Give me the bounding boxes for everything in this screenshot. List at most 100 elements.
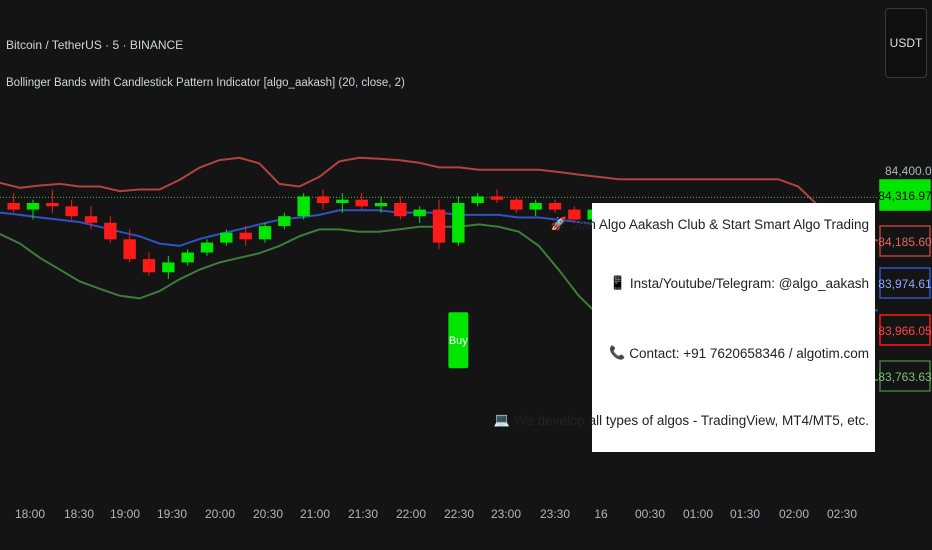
candle-body (297, 196, 310, 217)
time-tick: 19:30 (157, 507, 187, 521)
candle-body (394, 202, 407, 217)
candle[interactable] (452, 196, 465, 246)
candle[interactable] (162, 255, 175, 279)
time-axis: 18:00 18:30 19:00 19:30 20:00 20:30 21:00 21:30… (15, 507, 857, 521)
candle-body (7, 202, 20, 210)
time-tick: 02:30 (827, 507, 857, 521)
candle-body (452, 202, 465, 243)
promo-info-box: 🚀 Join Algo Aakash Club & Start Smart Al… (494, 203, 875, 452)
time-tick: 02:00 (779, 507, 809, 521)
candle-body (46, 202, 59, 207)
candle[interactable] (394, 196, 407, 220)
time-tick: 00:30 (635, 507, 665, 521)
buy-signal-label: Buy (449, 335, 468, 347)
time-tick: 21:00 (300, 507, 330, 521)
candle[interactable] (432, 199, 446, 250)
candle[interactable] (46, 189, 59, 213)
candle[interactable] (529, 199, 542, 217)
candle[interactable] (471, 193, 484, 207)
candle-body (258, 226, 272, 240)
price-label-text: 84,316.97 (878, 189, 932, 203)
candle-body (355, 199, 368, 207)
time-tick: 22:00 (396, 507, 426, 521)
candle-body (162, 262, 175, 273)
candle-body (471, 196, 484, 203)
candle-body (65, 206, 78, 217)
info-line-3: 📞 Contact: +91 7620658346 / algotim.com (609, 345, 869, 361)
candle-body (548, 202, 562, 210)
price-tick: 84,400.00 (885, 164, 932, 178)
candle-body (181, 252, 194, 263)
time-tick: 23:00 (491, 507, 521, 521)
price-axis: 84,400.00 84,316.97 84,185.60 83,974.61 83,9… (878, 164, 932, 392)
candle-body (336, 199, 349, 203)
time-tick: 19:00 (110, 507, 140, 521)
info-text-4: We develop all types of algos - TradingV… (513, 412, 869, 428)
price-label-text: 83,966.05 (878, 324, 932, 338)
candle[interactable] (200, 239, 214, 256)
candle[interactable] (65, 199, 78, 220)
close-price-label[interactable]: 83,966.05 (878, 314, 932, 346)
candle[interactable] (413, 206, 426, 223)
currency-button[interactable]: USDT (885, 8, 927, 78)
time-tick: 01:30 (730, 507, 760, 521)
candle-body (529, 202, 542, 210)
rocket-icon: 🚀 (550, 216, 568, 231)
candle-body (123, 239, 136, 260)
time-tick: 18:00 (15, 507, 45, 521)
time-tick: 16 (594, 507, 608, 521)
candle-body (374, 202, 388, 207)
candle[interactable] (548, 199, 562, 213)
candle-body (490, 196, 504, 200)
info-text-1: Join Algo Aakash Club & Start Smart Algo… (571, 216, 869, 232)
info-text-3: Contact: +91 7620658346 / algotim.com (629, 345, 869, 361)
candle-body (142, 259, 156, 273)
phone-icon: 📱 (609, 275, 626, 290)
candle-body (510, 199, 523, 210)
candle[interactable] (510, 196, 523, 213)
time-tick: 23:30 (540, 507, 570, 521)
time-tick: 21:30 (348, 507, 378, 521)
candle-body (84, 216, 98, 223)
currency-label: USDT (889, 36, 923, 50)
lower-band-price-label[interactable]: 83,763.63 (878, 360, 932, 392)
price-label-text: 83,974.61 (878, 277, 932, 291)
candle-body (239, 232, 252, 240)
info-line-2: 📱 Insta/Youtube/Telegram: @algo_aakash (610, 275, 869, 291)
candle[interactable] (142, 252, 156, 276)
candle[interactable] (490, 189, 504, 203)
candle[interactable] (181, 249, 194, 266)
time-tick: 22:30 (444, 507, 474, 521)
signals-layer: Buy (448, 312, 469, 369)
candle-body (316, 196, 330, 203)
price-label-text: 84,185.60 (878, 235, 932, 249)
time-tick: 20:30 (253, 507, 283, 521)
symbol-title[interactable]: Bitcoin / TetherUS · 5 · BINANCE (6, 38, 183, 52)
candle-body (432, 209, 446, 243)
info-line-4: 💻 We develop all types of algos - Tradin… (494, 412, 869, 428)
time-tick: 20:00 (205, 507, 235, 521)
laptop-icon: 💻 (493, 412, 510, 427)
basis-price-label[interactable]: 83,974.61 (878, 267, 932, 299)
info-text-2: Insta/Youtube/Telegram: @algo_aakash (629, 275, 869, 291)
candle-body (104, 222, 117, 240)
info-line-1: 🚀 Join Algo Aakash Club & Start Smart Al… (551, 216, 869, 232)
last-price-price-label[interactable]: 84,316.97 (878, 179, 932, 211)
buy-signal[interactable]: Buy (448, 312, 469, 369)
upper-band-price-label[interactable]: 84,185.60 (878, 225, 932, 257)
candle[interactable] (7, 193, 20, 213)
candle[interactable] (104, 216, 117, 243)
candle-body (220, 232, 233, 243)
candle-body (26, 202, 40, 210)
time-tick: 18:30 (64, 507, 94, 521)
candle[interactable] (278, 212, 291, 230)
candle-body (200, 242, 214, 253)
indicator-title[interactable]: Bollinger Bands with Candlestick Pattern… (6, 77, 405, 89)
candle-body (278, 216, 291, 227)
candle[interactable] (258, 222, 272, 243)
telephone-icon: 📞 (609, 345, 626, 360)
candle[interactable] (316, 189, 330, 210)
candle[interactable] (355, 193, 368, 210)
price-label-text: 83,763.63 (878, 370, 932, 384)
candle[interactable] (297, 193, 310, 220)
